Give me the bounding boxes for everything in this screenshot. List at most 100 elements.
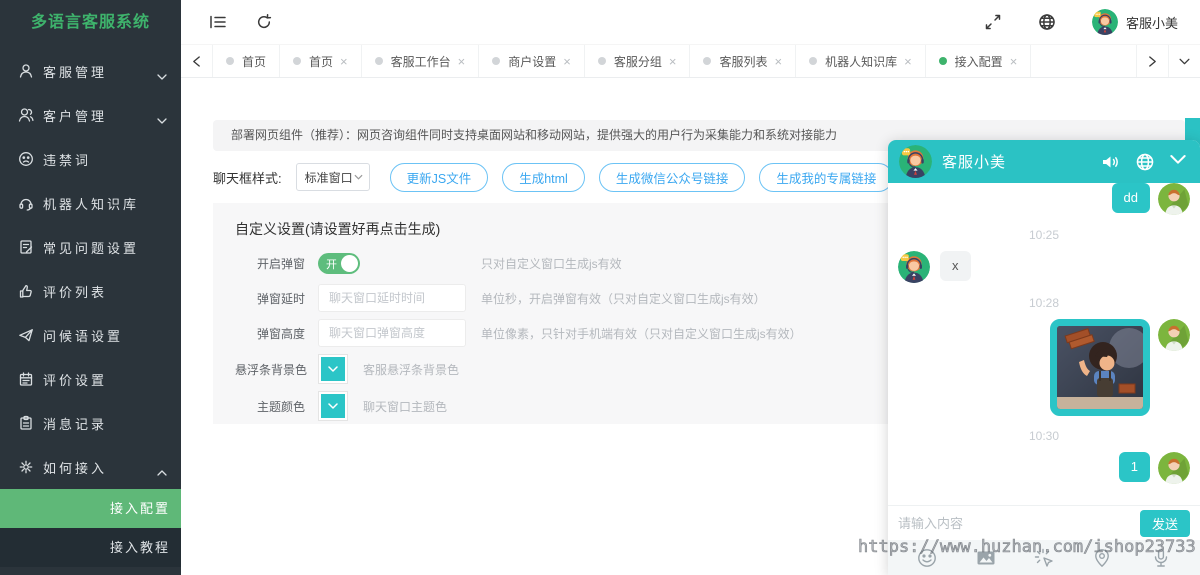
screenshot-click-icon[interactable] [1033,547,1055,569]
sidebar-item-review-settings[interactable]: 评价设置 [0,357,181,401]
tabs-menu-button[interactable] [1168,45,1200,77]
minimize-chevron-icon[interactable] [1170,152,1186,172]
tab-access-config[interactable]: 接入配置 × [926,45,1032,77]
generate-html-button[interactable]: 生成html [502,162,585,192]
sidebar-item-banned-words[interactable]: 违禁词 [0,137,181,181]
sidebar-item-greeting-settings[interactable]: 问候语设置 [0,313,181,357]
tabs-scroll-left-button[interactable] [181,45,213,77]
user-menu[interactable]: 客服小美 [1092,9,1178,35]
sidebar-item-access-config[interactable]: 接入配置 [0,489,181,528]
tab-close-icon[interactable]: × [774,54,782,69]
tab-status-dot [597,57,606,65]
tab-robot-knowledge[interactable]: 机器人知识库 × [796,45,926,77]
floatbar-color-picker[interactable] [318,354,348,384]
tab-label: 客服列表 [719,54,768,69]
sound-icon[interactable] [1100,152,1120,172]
theme-color-picker[interactable] [318,391,348,421]
emoji-icon[interactable] [916,547,938,569]
chevron-down-icon [157,112,167,124]
field-label: 主题颜色 [256,399,305,414]
users-icon [18,107,34,123]
sidebar-item-label: 问候语设置 [43,328,124,344]
app-window: 多语言客服系统 客服管理 客户管理 违禁词 机器人知识库 常见问题设置 评价列表… [0,0,1200,575]
tab-status-dot [809,57,818,65]
field-hint: 单位像素，只针对手机端有效（只对自定义窗口生成js有效） [481,326,802,341]
sidebar: 多语言客服系统 客服管理 客户管理 违禁词 机器人知识库 常见问题设置 评价列表… [0,0,181,575]
image-message[interactable] [1050,319,1150,416]
refresh-icon[interactable] [255,13,273,31]
tab-close-icon[interactable]: × [563,54,571,69]
toggle-on-label: 开 [326,258,337,271]
tabbar: 首页 首页 × 客服工作台 × 商户设置 × 客服分组 × 客服列表 × 机器人知识库 × … [181,45,1200,78]
tab-label: 机器人知识库 [825,54,898,69]
collapse-menu-icon[interactable] [209,13,227,31]
chevron-down-icon [157,68,167,80]
generate-wechat-link-button[interactable]: 生成微信公众号链接 [598,162,746,192]
sidebar-item-message-records[interactable]: 消息记录 [0,401,181,445]
tab-agent-list[interactable]: 客服列表 × [690,45,797,77]
agent-avatar [898,251,930,283]
popup-toggle[interactable]: 开 [318,252,360,274]
location-icon[interactable] [1091,547,1113,569]
tab-home-2[interactable]: 首页 × [280,45,362,77]
sidebar-item-access-tutorial[interactable]: 接入教程 [0,528,181,567]
tab-status-dot [226,57,234,65]
tab-close-icon[interactable]: × [904,54,912,69]
chat-input[interactable] [898,515,1140,531]
message-timestamp: 10:25 [1028,228,1060,242]
image-icon[interactable] [975,547,997,569]
send-button[interactable]: 发送 [1140,509,1190,537]
topbar: 客服小美 [181,0,1200,45]
agent-avatar [899,145,932,178]
chat-toolbar [888,540,1200,575]
tab-close-icon[interactable]: × [669,54,677,69]
sidebar-item-label: 机器人知识库 [43,196,140,212]
sidebar-item-faq-settings[interactable]: 常见问题设置 [0,225,181,269]
update-js-button[interactable]: 更新JS文件 [389,162,489,192]
tab-close-icon[interactable]: × [1010,54,1018,69]
tabs-scroll-right-button[interactable] [1136,45,1168,77]
sidebar-item-label: 客服管理 [43,64,108,80]
popup-delay-input[interactable] [318,284,466,312]
message-row [898,319,1190,416]
fullscreen-icon[interactable] [984,13,1002,31]
sidebar-item-label: 消息记录 [43,416,108,432]
chat-bubble: 1 [1118,452,1150,482]
sidebar-menu: 客服管理 客户管理 违禁词 机器人知识库 常见问题设置 评价列表 问候语设置 评… [0,46,181,567]
field-label: 弹窗延时 [256,291,305,306]
globe-icon[interactable] [1038,13,1056,31]
field-label: 悬浮条背景色 [235,362,308,377]
sidebar-item-review-list[interactable]: 评价列表 [0,269,181,313]
calendar-icon [18,371,34,387]
field-hint: 客服悬浮条背景色 [363,362,460,377]
tabbar-spacer [1031,45,1136,77]
field-hint: 聊天窗口主题色 [363,399,448,414]
microphone-icon[interactable] [1150,547,1172,569]
chat-style-select[interactable]: 标准窗口 [295,163,370,191]
sidebar-item-robot-knowledge[interactable]: 机器人知识库 [0,181,181,225]
tab-agent-group[interactable]: 客服分组 × [585,45,691,77]
tab-close-icon[interactable]: × [340,54,348,69]
popup-height-input[interactable] [318,319,466,347]
generate-exclusive-link-button[interactable]: 生成我的专属链接 [759,162,894,192]
sidebar-item-customer-management[interactable]: 客户管理 [0,93,181,137]
tab-workbench[interactable]: 客服工作台 × [362,45,480,77]
tab-close-icon[interactable]: × [458,54,466,69]
message-row: dd [898,183,1190,215]
chat-bubble: x [940,251,971,281]
tab-merchant-settings[interactable]: 商户设置 × [479,45,585,77]
tab-label: 商户设置 [508,54,557,69]
chat-widget: 客服小美 dd 10:25 x 10:28 10:30 1 请输入内容 发送 [888,140,1200,575]
toggle-knob [341,254,358,272]
field-hint: 只对自定义窗口生成js有效 [481,256,622,271]
sidebar-item-label: 违禁词 [43,152,92,168]
language-globe-icon[interactable] [1135,152,1155,172]
sidebar-item-agent-management[interactable]: 客服管理 [0,49,181,93]
chat-messages: dd 10:25 x 10:28 10:30 1 [888,183,1200,505]
tab-home[interactable]: 首页 [213,45,281,77]
sidebar-item-how-to-connect[interactable]: 如何接入 [0,445,181,489]
chat-widget-header: 客服小美 [888,140,1200,183]
tab-status-dot [293,57,302,65]
user-icon [18,63,34,79]
message-timestamp: 10:30 [1028,429,1060,443]
